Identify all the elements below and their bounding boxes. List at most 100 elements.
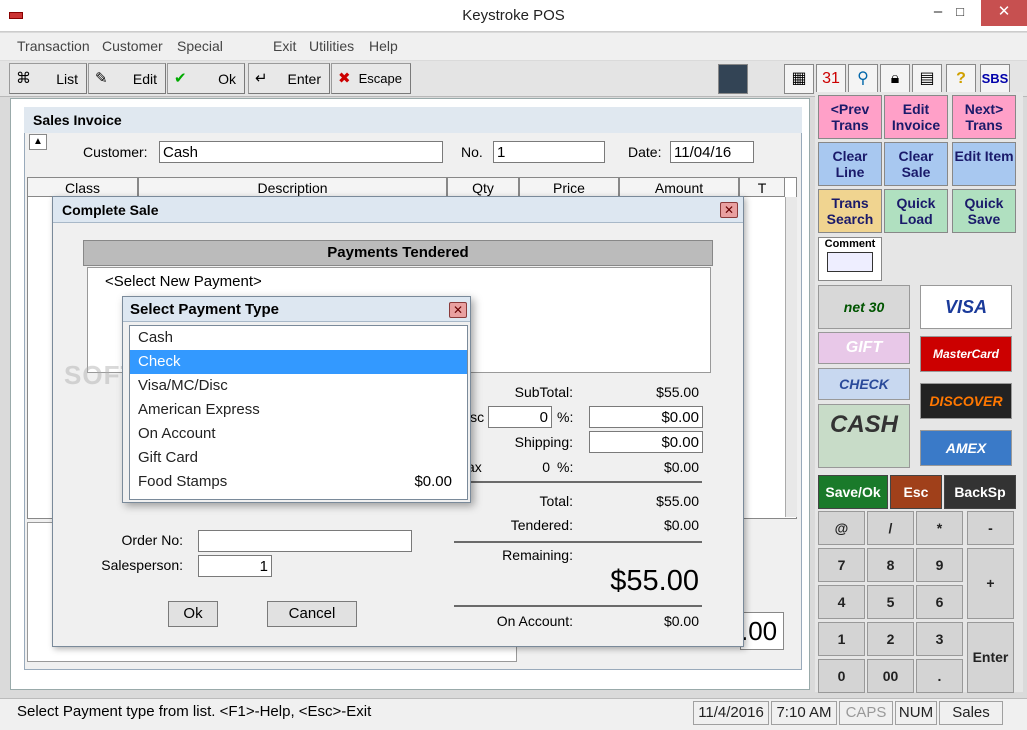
calculator-icon[interactable]: ▦ [784, 64, 814, 94]
maximize-button[interactable]: □ [937, 0, 983, 26]
calendar-icon[interactable]: 31 [816, 64, 846, 94]
menu-transaction[interactable]: Transaction [17, 38, 90, 54]
menu-exit[interactable]: Exit [273, 38, 296, 54]
discount-pct-sign: %: [557, 409, 574, 425]
customer-field[interactable]: Cash [159, 141, 443, 163]
comment-button[interactable]: Comment [818, 237, 882, 281]
column-description[interactable]: Description [138, 177, 447, 197]
discover-button[interactable]: DISCOVER [920, 383, 1012, 419]
list-button[interactable]: ⌘ List [9, 63, 87, 94]
edit-button[interactable]: ✎ Edit [88, 63, 166, 94]
key-6[interactable]: 6 [916, 585, 963, 619]
backspace-button[interactable]: BackSp [944, 475, 1016, 509]
customer-label: Customer: [83, 144, 148, 160]
key-3[interactable]: 3 [916, 622, 963, 656]
menu-utilities[interactable]: Utilities [309, 38, 354, 54]
trans-search-button[interactable]: Trans Search [818, 189, 882, 233]
pencil-icon: ✎ [95, 70, 108, 87]
save-ok-button[interactable]: Save/Ok [818, 475, 888, 509]
mastercard-button[interactable]: MasterCard [920, 336, 1012, 372]
total-label: Total: [539, 493, 573, 509]
next-trans-button[interactable]: Next> Trans [952, 95, 1016, 139]
ok-dialog-button[interactable]: Ok [168, 601, 218, 627]
sbs-logo-icon[interactable]: SBS [980, 64, 1010, 94]
payment-type-list[interactable]: Cash Check Visa/MC/Disc American Express… [129, 325, 468, 500]
status-message: Select Payment type from list. <F1>-Help… [17, 703, 372, 720]
column-class[interactable]: Class [27, 177, 138, 197]
lock-icon[interactable]: 🔒︎ [880, 64, 910, 94]
key-7[interactable]: 7 [818, 548, 865, 582]
key-multiply[interactable]: * [916, 511, 963, 545]
menu-bar: Transaction Customer Special Exit Utilit… [0, 33, 1027, 60]
key-minus[interactable]: - [967, 511, 1014, 545]
payment-option-visa-mc-disc[interactable]: Visa/MC/Disc [130, 374, 467, 398]
close-window-button[interactable]: ✕ [981, 0, 1027, 26]
enter-button[interactable]: ↵ Enter [248, 63, 330, 94]
edit-item-button[interactable]: Edit Item [952, 142, 1016, 186]
gift-button[interactable]: GIFT [818, 332, 910, 364]
key-1[interactable]: 1 [818, 622, 865, 656]
esc-button[interactable]: Esc [890, 475, 942, 509]
key-2[interactable]: 2 [867, 622, 914, 656]
payments-tendered-header: Payments Tendered [83, 240, 713, 266]
check-pay-button[interactable]: CHECK [818, 368, 910, 400]
column-qty[interactable]: Qty [447, 177, 519, 197]
payment-option-cash[interactable]: Cash [130, 326, 467, 350]
escape-button[interactable]: ✖ Escape [331, 63, 411, 94]
column-t[interactable]: T [739, 177, 785, 197]
help-icon[interactable]: ? [946, 64, 976, 94]
salesperson-field[interactable]: 1 [198, 555, 272, 577]
close-icon[interactable]: ✕ [449, 302, 467, 318]
amex-button[interactable]: AMEX [920, 430, 1012, 466]
menu-help[interactable]: Help [369, 38, 398, 54]
ok-button[interactable]: ✔ Ok [167, 63, 245, 94]
order-no-field[interactable] [198, 530, 412, 552]
key-5[interactable]: 5 [867, 585, 914, 619]
prev-trans-button[interactable]: <Prev Trans [818, 95, 882, 139]
close-icon[interactable]: ✕ [720, 202, 738, 218]
edit-invoice-button[interactable]: Edit Invoice [884, 95, 948, 139]
date-field[interactable]: 11/04/16 [670, 141, 754, 163]
key-4[interactable]: 4 [818, 585, 865, 619]
column-price[interactable]: Price [519, 177, 619, 197]
payment-option-american-express[interactable]: American Express [130, 398, 467, 422]
menu-customer[interactable]: Customer [102, 38, 163, 54]
discount-amount-field[interactable]: $0.00 [589, 406, 703, 428]
key-at[interactable]: @ [818, 511, 865, 545]
magnifier-icon[interactable]: ⚲ [848, 64, 878, 94]
net30-button[interactable]: net 30 [818, 285, 910, 329]
payment-option-on-account[interactable]: On Account [130, 422, 467, 446]
quick-load-button[interactable]: Quick Load [884, 189, 948, 233]
quick-save-button[interactable]: Quick Save [952, 189, 1016, 233]
key-enter[interactable]: Enter [967, 622, 1014, 693]
collapse-up-icon[interactable]: ▲ [29, 134, 47, 150]
key-plus[interactable]: + [967, 548, 1014, 619]
column-amount[interactable]: Amount [619, 177, 739, 197]
payment-option-gift-card[interactable]: Gift Card [130, 446, 467, 470]
discount-percent-field[interactable]: 0 [488, 406, 552, 428]
complete-sale-title: Complete Sale [62, 202, 159, 218]
invoice-number-field[interactable]: 1 [493, 141, 605, 163]
shipping-field[interactable]: $0.00 [589, 431, 703, 453]
visa-button[interactable]: VISA [920, 285, 1012, 329]
key-decimal[interactable]: . [916, 659, 963, 693]
key-00[interactable]: 00 [867, 659, 914, 693]
select-new-payment-item[interactable]: <Select New Payment> [105, 273, 262, 290]
remaining-label: Remaining: [502, 547, 573, 563]
key-9[interactable]: 9 [916, 548, 963, 582]
checkmark-icon: ✔ [174, 70, 187, 87]
cash-pay-button[interactable]: CASH [818, 404, 910, 468]
table-scrollbar[interactable] [785, 197, 797, 517]
sales-invoice-title: Sales Invoice [33, 112, 122, 128]
menu-special[interactable]: Special [177, 38, 223, 54]
cancel-dialog-button[interactable]: Cancel [267, 601, 357, 627]
key-divide[interactable]: / [867, 511, 914, 545]
clear-sale-button[interactable]: Clear Sale [884, 142, 948, 186]
payment-option-check[interactable]: Check [130, 350, 467, 374]
subtotal-label: SubTotal: [514, 384, 573, 400]
key-0[interactable]: 0 [818, 659, 865, 693]
clear-line-button[interactable]: Clear Line [818, 142, 882, 186]
keyboard-icon[interactable] [718, 64, 748, 94]
key-8[interactable]: 8 [867, 548, 914, 582]
device-icon[interactable]: ▤ [912, 64, 942, 94]
